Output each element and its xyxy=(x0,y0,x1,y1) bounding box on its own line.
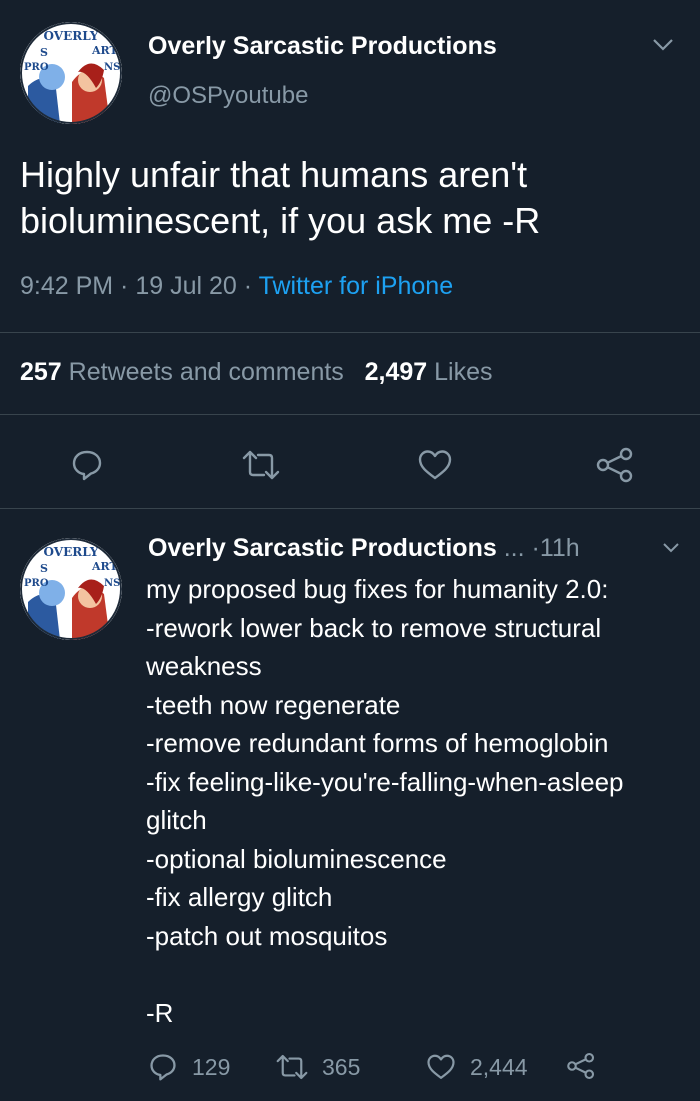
reply-line: -fix allergy glitch xyxy=(146,882,333,912)
tweet-text-line: Highly unfair that humans aren't xyxy=(20,154,528,195)
reply-line-blank xyxy=(146,955,686,994)
svg-text:S: S xyxy=(40,46,48,59)
reply-count: 129 xyxy=(192,1053,231,1080)
svg-text:NS: NS xyxy=(104,578,120,589)
like-count: 2,444 xyxy=(470,1053,528,1080)
reply-line: glitch xyxy=(146,805,207,835)
reply-line: -teeth now regenerate xyxy=(146,689,401,720)
share-icon xyxy=(567,1052,595,1080)
tweet-text-line: bioluminescent, if you ask me -R xyxy=(20,200,541,241)
reply-line: -rework lower back to remove structural xyxy=(146,612,602,643)
svg-text:S: S xyxy=(40,562,48,575)
chevron-down-icon[interactable] xyxy=(662,541,680,559)
reply-line: weakness xyxy=(146,651,262,681)
reply-retweet-action[interactable]: 365 xyxy=(276,1052,360,1082)
divider xyxy=(0,508,700,509)
retweets-stat[interactable]: 257 Retweets and comments xyxy=(20,358,344,386)
reply-share-action[interactable] xyxy=(566,1052,596,1080)
retweets-count: 257 xyxy=(20,358,62,386)
reply-icon[interactable] xyxy=(64,442,110,488)
tweet-text: Highly unfair that humans aren't biolumi… xyxy=(20,152,680,244)
retweet-count: 365 xyxy=(322,1053,361,1080)
likes-stat[interactable]: 2,497 Likes xyxy=(365,358,493,386)
likes-label: Likes xyxy=(434,358,493,386)
like-icon[interactable] xyxy=(412,442,458,488)
meta-separator: · xyxy=(113,272,136,300)
divider xyxy=(0,414,700,415)
reply-line: -R xyxy=(146,997,174,1028)
share-icon[interactable] xyxy=(592,442,638,488)
retweet-icon[interactable] xyxy=(238,442,284,488)
svg-text:OVERLY: OVERLY xyxy=(44,545,99,559)
reply-text: my proposed bug fixes for humanity 2.0: … xyxy=(146,570,686,1032)
avatar-image: OVERLY S ARTIC PRO NS xyxy=(20,22,122,124)
chevron-down-icon[interactable] xyxy=(652,38,674,57)
reply-line: my proposed bug fixes for humanity 2.0: xyxy=(146,574,609,604)
meta-separator: · xyxy=(236,272,259,300)
meta-dot: · xyxy=(531,534,540,562)
avatar[interactable]: OVERLY S ARTIC PRO NS xyxy=(20,22,122,124)
reply-like-action[interactable]: 2,444 xyxy=(426,1052,528,1082)
engagement-stats: 257 Retweets and comments 2,497 Likes xyxy=(20,358,493,387)
tweet-time[interactable]: 9:42 PM xyxy=(20,272,113,300)
reply-icon xyxy=(150,1054,176,1081)
reply-age[interactable]: 11h xyxy=(540,534,580,562)
svg-text:OVERLY: OVERLY xyxy=(44,29,99,43)
like-icon xyxy=(427,1054,455,1079)
author-name[interactable]: Overly Sarcastic Productions xyxy=(148,32,497,61)
reply-line: -remove redundant forms of hemoglobin xyxy=(146,728,609,758)
svg-text:PRO: PRO xyxy=(24,578,49,589)
svg-text:NS: NS xyxy=(104,62,120,73)
avatar-image: OVERLY S ARTIC PRO NS xyxy=(20,538,122,640)
reply-reply-action[interactable]: 129 xyxy=(148,1052,230,1082)
reply-author-name[interactable]: Overly Sarcastic Productions xyxy=(148,534,497,562)
svg-text:PRO: PRO xyxy=(24,62,49,73)
tweet-source[interactable]: Twitter for iPhone xyxy=(259,272,454,300)
reply-line: -fix feeling-like-you're-falling-when-as… xyxy=(146,766,624,797)
main-tweet: OVERLY S ARTIC PRO NS Overly Sarcastic P… xyxy=(0,0,700,508)
author-handle[interactable]: @OSPyoutube xyxy=(148,82,308,110)
likes-count: 2,497 xyxy=(364,358,428,386)
reply-line: -patch out mosquitos xyxy=(146,920,388,951)
reply-line: -optional bioluminescence xyxy=(146,843,447,874)
reply-header: Overly Sarcastic Productions ... ·11h xyxy=(148,534,580,563)
reply-avatar[interactable]: OVERLY S ARTIC PRO NS xyxy=(20,538,122,640)
retweets-label: Retweets and comments xyxy=(68,358,344,386)
truncation-ellipsis: ... xyxy=(503,534,525,562)
tweet-date[interactable]: 19 Jul 20 xyxy=(135,272,236,300)
divider xyxy=(0,332,700,333)
retweet-icon xyxy=(276,1054,308,1080)
tweet-meta: 9:42 PM · 19 Jul 20 · Twitter for iPhone xyxy=(20,272,453,301)
